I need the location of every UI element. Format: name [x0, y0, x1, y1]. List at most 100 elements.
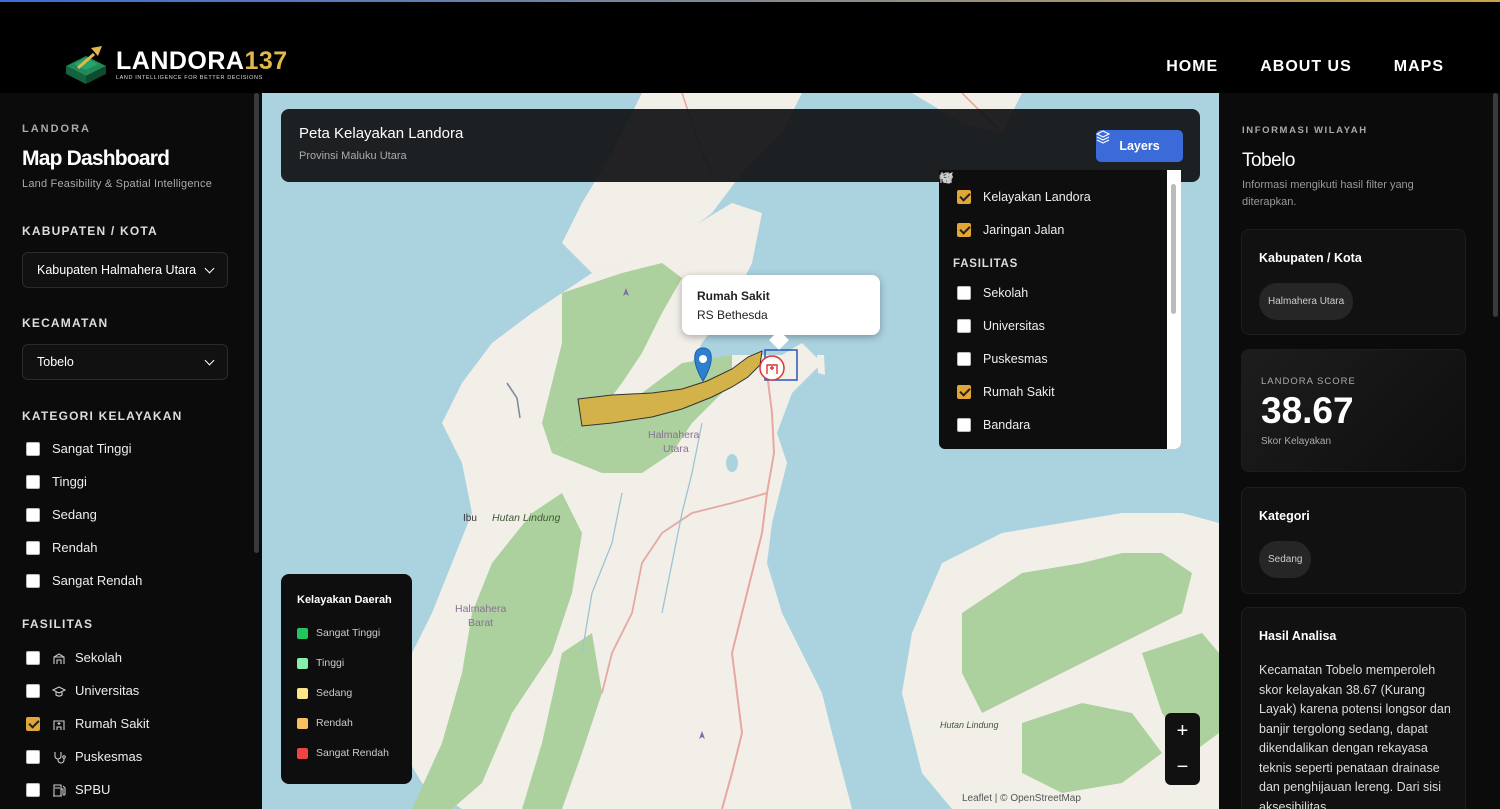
kategori-label: KATEGORI KELAYAKAN: [22, 409, 183, 423]
info-panel-scrollbar[interactable]: [1493, 93, 1498, 317]
legend-swatch: [297, 717, 308, 729]
checkbox[interactable]: [26, 650, 40, 665]
checkbox[interactable]: [957, 351, 971, 366]
kategori-item-sedang[interactable]: Sedang: [22, 498, 240, 531]
checkbox[interactable]: [26, 683, 40, 698]
map-label-halmahera-utara-2: Utara: [663, 443, 689, 455]
chevron-down-icon: [204, 263, 215, 273]
kategori-item-label: Sangat Tinggi: [52, 441, 132, 456]
checkbox[interactable]: [26, 749, 40, 764]
checkbox[interactable]: [957, 318, 971, 333]
fasilitas-item-rumah-sakit[interactable]: Rumah Sakit: [22, 707, 240, 740]
map-label-ibu: Ibu: [463, 513, 477, 524]
map-title: Peta Kelayakan Landora: [299, 125, 464, 142]
fasilitas-item-label: Sekolah: [75, 650, 122, 665]
brand-tagline: LAND INTELLIGENCE FOR BETTER DECISIONS: [116, 74, 263, 81]
map-label-halmahera-barat: Halmahera: [455, 603, 507, 615]
checkbox-checked[interactable]: [957, 384, 971, 399]
info-eyebrow: INFORMASI WILAYAH: [1242, 125, 1368, 136]
kategori-item-tinggi[interactable]: Tinggi: [22, 465, 240, 498]
layer-fasilitas-rumah-sakit[interactable]: Rumah Sakit: [940, 173, 1181, 408]
info-subtitle: Informasi mengikuti hasil filter yang di…: [1242, 179, 1414, 208]
site-header: LANDORA137 LAND INTELLIGENCE FOR BETTER …: [0, 2, 1500, 93]
school-icon: [53, 652, 65, 664]
marker-popup[interactable]: Rumah Sakit RS Bethesda: [682, 275, 880, 350]
checkbox[interactable]: [26, 540, 40, 555]
checkbox[interactable]: [957, 417, 971, 432]
kabupaten-card-title: Kabupaten / Kota: [1259, 251, 1362, 265]
popup-name: RS Bethesda: [697, 308, 768, 322]
layers-panel-scrollbar[interactable]: [1171, 184, 1176, 314]
analisa-card: Hasil Analisa Kecamatan Tobelo memperole…: [1241, 607, 1466, 809]
checkbox[interactable]: [26, 782, 40, 797]
fasilitas-label: FASILITAS: [22, 617, 94, 631]
kabupaten-select[interactable]: Kabupaten Halmahera Utara: [22, 252, 228, 288]
main-nav: HOME ABOUT US MAPS: [1166, 58, 1444, 76]
layer-item-label: Universitas: [983, 318, 1045, 333]
nav-home[interactable]: HOME: [1166, 58, 1218, 76]
kategori-item-label: Tinggi: [52, 474, 87, 489]
zoom-in-button[interactable]: +: [1165, 713, 1200, 749]
info-panel: INFORMASI WILAYAH Tobelo Informasi mengi…: [1219, 93, 1500, 809]
checkbox-checked[interactable]: [957, 222, 971, 237]
kategori-chip: Sedang: [1259, 541, 1312, 578]
fuel-pump-icon: [53, 783, 66, 797]
kecamatan-select[interactable]: Tobelo: [22, 344, 228, 380]
layer-item-label: Rumah Sakit: [983, 384, 1055, 399]
logo-mark-icon: [64, 42, 112, 86]
fasilitas-item-universitas[interactable]: Universitas: [22, 674, 240, 707]
checkbox[interactable]: [26, 507, 40, 522]
nav-maps[interactable]: MAPS: [1394, 58, 1444, 76]
popup-title: Rumah Sakit: [697, 289, 770, 303]
layers-button[interactable]: Layers: [1096, 130, 1183, 162]
legend-swatch: [297, 747, 308, 759]
analisa-text: Kecamatan Tobelo memperoleh skor kelayak…: [1259, 663, 1451, 809]
checkbox[interactable]: [26, 573, 40, 588]
legend-label: Tinggi: [316, 657, 345, 669]
layer-item-kelayakan-landora[interactable]: Kelayakan Landora: [953, 180, 1181, 213]
fasilitas-item-puskesmas[interactable]: Puskesmas: [22, 740, 240, 773]
fasilitas-item-sekolah[interactable]: Sekolah: [22, 641, 240, 674]
map-label-hutan-lindung: Hutan Lindung: [492, 512, 560, 524]
checkbox-checked[interactable]: [957, 189, 971, 204]
score-label: LANDORA SCORE: [1261, 376, 1356, 387]
legend-title: Kelayakan Daerah: [297, 594, 392, 606]
legend-label: Sedang: [316, 687, 353, 699]
legend-swatch: [297, 687, 308, 699]
layers-panel: Kelayakan Landora Jaringan Jalan FASILIT…: [939, 170, 1181, 449]
layer-fasilitas-puskesmas[interactable]: Puskesmas: [941, 172, 1181, 375]
layer-item-jaringan-jalan[interactable]: Jaringan Jalan: [953, 213, 1181, 246]
brand-logo[interactable]: LANDORA137 LAND INTELLIGENCE FOR BETTER …: [64, 42, 288, 86]
layers-button-label: Layers: [1119, 139, 1160, 153]
zoom-out-button[interactable]: −: [1165, 749, 1200, 785]
zoom-control: + −: [1165, 713, 1200, 785]
layer-fasilitas-bandara[interactable]: Bandara: [939, 172, 1181, 441]
left-sidebar: LANDORA Map Dashboard Land Feasibility &…: [0, 93, 262, 809]
sidebar-scrollbar[interactable]: [254, 93, 259, 553]
nav-about-us[interactable]: ABOUT US: [1260, 58, 1352, 76]
layer-item-label: Kelayakan Landora: [983, 189, 1091, 204]
fasilitas-item-spbu[interactable]: SPBU: [22, 773, 240, 806]
hospital-marker-icon[interactable]: [759, 355, 785, 381]
legend-label: Sangat Rendah: [316, 747, 389, 759]
kategori-item-sangat-tinggi[interactable]: Sangat Tinggi: [22, 432, 240, 465]
layer-fasilitas-universitas[interactable]: Universitas: [939, 172, 1181, 342]
fasilitas-list: Sekolah Universitas Rumah Sakit Puskesma…: [22, 641, 240, 806]
sidebar-eyebrow: LANDORA: [22, 123, 91, 135]
map-canvas[interactable]: Halmahera Utara Ibu Hutan Lindung Halmah…: [262, 93, 1219, 809]
checkbox[interactable]: [26, 474, 40, 489]
stethoscope-icon: [54, 751, 66, 763]
layer-fasilitas-sekolah[interactable]: Sekolah: [940, 172, 1181, 309]
checkbox-checked[interactable]: [26, 716, 40, 731]
kategori-item-rendah[interactable]: Rendah: [22, 531, 240, 564]
kategori-item-label: Sangat Rendah: [52, 573, 143, 588]
kategori-item-sangat-rendah[interactable]: Sangat Rendah: [22, 564, 240, 597]
kecamatan-label: KECAMATAN: [22, 316, 109, 330]
analisa-card-title: Hasil Analisa: [1259, 629, 1337, 643]
score-subtitle: Skor Kelayakan: [1261, 436, 1332, 447]
legend-label: Sangat Tinggi: [316, 627, 381, 639]
checkbox[interactable]: [26, 441, 40, 456]
map-attribution[interactable]: Leaflet | © OpenStreetMap: [962, 793, 1081, 804]
checkbox[interactable]: [957, 285, 971, 300]
layer-item-label: Jaringan Jalan: [983, 222, 1065, 237]
